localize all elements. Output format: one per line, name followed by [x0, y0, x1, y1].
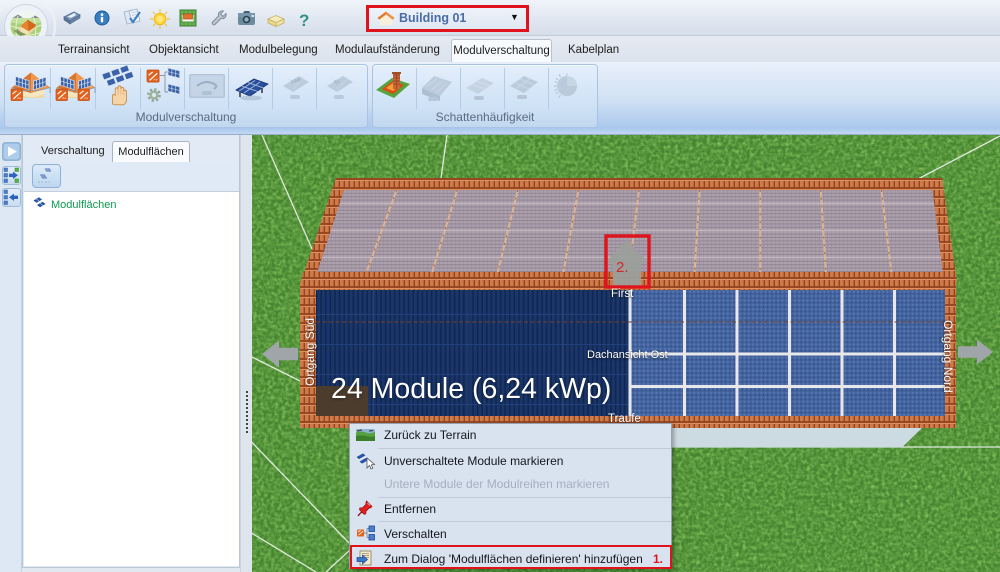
svg-text:First: First: [611, 288, 634, 300]
svg-text:2.: 2.: [616, 259, 629, 276]
svg-text:Ortgang Süd: Ortgang Süd: [303, 318, 317, 386]
svg-text:?: ?: [299, 11, 309, 30]
svg-text:Ortgang Nord: Ortgang Nord: [941, 320, 955, 393]
svg-text:Dachansicht Ost: Dachansicht Ost: [587, 349, 668, 361]
svg-text:24 Module (6,24 kWp): 24 Module (6,24 kWp): [331, 373, 611, 405]
